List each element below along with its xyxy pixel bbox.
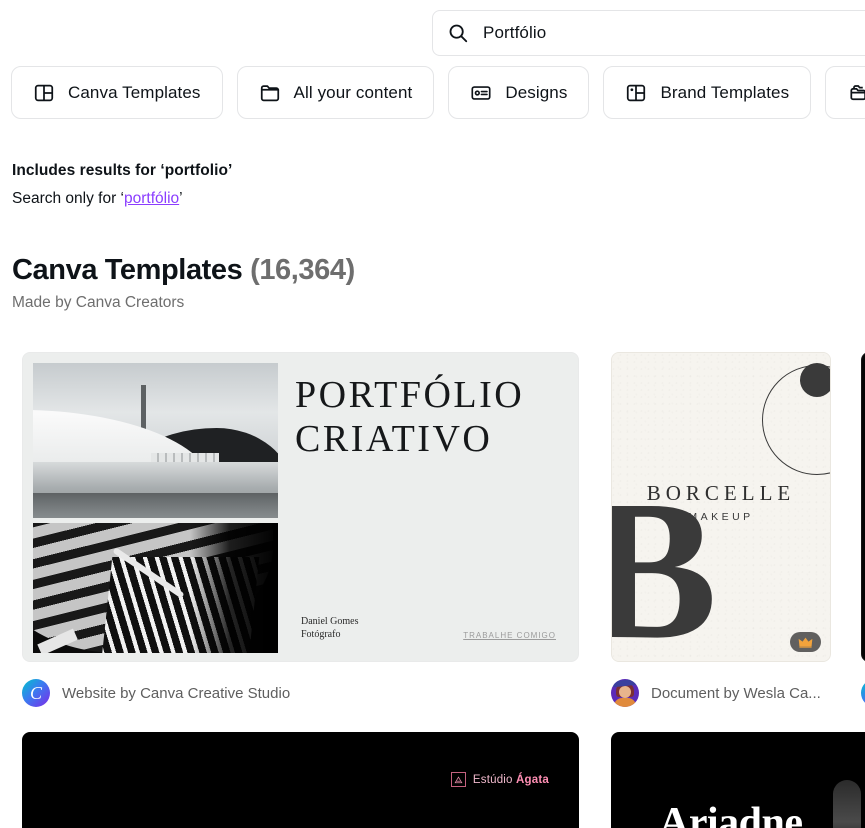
result-attribution[interactable]: C: [861, 678, 865, 708]
template-brand-subtitle: MAKEUP: [688, 511, 754, 523]
template-heading-line1: PORTFÓLIO: [295, 374, 525, 416]
canva-logo-avatar: C: [22, 679, 50, 707]
filter-chip-label: Canva Templates: [68, 82, 201, 102]
triangle-icon: [450, 772, 466, 787]
agata-logo-text-regular: Estúdio: [472, 773, 517, 786]
filter-chip-all-your-content[interactable]: All your content: [236, 66, 435, 119]
filter-chip-canva-templates[interactable]: Canva Templates: [11, 66, 223, 119]
result-card: B BORCELLE MAKEUP: [611, 352, 831, 708]
layout-template-icon: [33, 82, 55, 104]
search-only-suffix: ’: [179, 190, 183, 207]
template-author-name: Daniel Gomes: [301, 616, 359, 627]
search-only-for-line: Search only for ‘portfólio’: [12, 188, 612, 210]
result-attribution[interactable]: C Website by Canva Creative Studio: [22, 678, 579, 708]
design-card-icon: [470, 82, 492, 104]
search-input-value: Portfólio: [483, 23, 547, 42]
section-subtitle: Made by Canva Creators: [12, 294, 185, 311]
result-attribution[interactable]: Document by Wesla Ca...: [611, 678, 831, 708]
includes-results-text: Includes results for ‘portfolio’: [12, 162, 233, 179]
section-result-count: (16,364): [250, 254, 355, 286]
search-icon: [447, 22, 469, 44]
canva-search-results-page: Portfólio Canva Templates All your conte…: [0, 0, 865, 828]
result-card: C: [861, 352, 865, 708]
decorative-figure: [833, 780, 861, 828]
result-card: Estúdio Ágata: [22, 732, 579, 828]
results-grid: PORTFÓLIO CRIATIVO Daniel Gomes Fotógraf…: [0, 352, 865, 828]
template-thumbnail-estudio-agata[interactable]: Estúdio Ágata: [22, 732, 579, 828]
search-only-prefix: Search only for ‘: [12, 190, 124, 207]
section-title-text: Canva Templates: [12, 254, 243, 286]
agata-logo-text: Estúdio Ágata: [473, 774, 549, 786]
template-heading: PORTFÓLIO CRIATIVO: [295, 373, 565, 461]
template-title-ariadne: Ariadne: [659, 800, 803, 828]
pro-badge[interactable]: [790, 632, 821, 652]
filter-chip-designs[interactable]: Designs: [448, 66, 590, 119]
template-cta-link: TRABALHE COMIGO: [463, 631, 556, 640]
filter-chip-label: Brand Templates: [660, 82, 790, 102]
monogram-letter: B: [612, 471, 717, 662]
template-thumbnail-partial[interactable]: [861, 352, 865, 662]
search-input[interactable]: Portfólio: [432, 10, 865, 56]
page-title: Canva Templates (16,364): [12, 252, 712, 288]
architecture-photo-top: [33, 363, 278, 518]
filter-chip-label: All your content: [293, 82, 413, 102]
template-brand-name: BORCELLE: [646, 481, 796, 505]
decorative-dot: [800, 363, 830, 397]
template-author-role: Fotógrafo: [301, 629, 341, 640]
result-attribution-text: Document by Wesla Ca...: [651, 684, 821, 702]
result-attribution-text: Website by Canva Creative Studio: [62, 684, 291, 702]
result-card: PORTFÓLIO CRIATIVO Daniel Gomes Fotógraf…: [22, 352, 579, 708]
spelling-suggestion: Includes results for ‘portfolio’ Search …: [12, 160, 612, 210]
crown-icon: [798, 637, 813, 648]
canva-logo-avatar: C: [861, 679, 865, 707]
agata-logo-text-bold: Ágata: [516, 773, 549, 786]
filter-chip-brand-templates[interactable]: Brand Templates: [603, 66, 812, 119]
folders-stack-icon: [847, 82, 865, 104]
folder-icon: [259, 82, 281, 104]
template-thumbnail-ariadne[interactable]: Ariadne: [611, 732, 865, 828]
agata-logo: Estúdio Ágata: [450, 772, 549, 787]
brand-template-icon: [625, 82, 647, 104]
search-only-link[interactable]: portfólio: [124, 190, 179, 207]
template-heading-line2: CRIATIVO: [295, 418, 493, 460]
search-bar-region: Portfólio: [0, 0, 865, 58]
section-header: Canva Templates (16,364) Made by Canva C…: [12, 252, 712, 313]
template-author-block: Daniel Gomes Fotógrafo: [301, 615, 359, 641]
result-card: Ariadne: [611, 732, 865, 828]
filter-chips-row: Canva Templates All your content Designs…: [0, 66, 865, 124]
template-thumbnail-portfolio-criativo[interactable]: PORTFÓLIO CRIATIVO Daniel Gomes Fotógraf…: [22, 352, 579, 662]
template-thumbnail-borcelle-makeup[interactable]: B BORCELLE MAKEUP: [611, 352, 831, 662]
architecture-photo-bottom: [33, 523, 278, 653]
filter-chip-label: Designs: [505, 82, 568, 102]
user-photo-avatar: [611, 679, 639, 707]
filter-chip-folders[interactable]: Fo: [825, 66, 865, 119]
